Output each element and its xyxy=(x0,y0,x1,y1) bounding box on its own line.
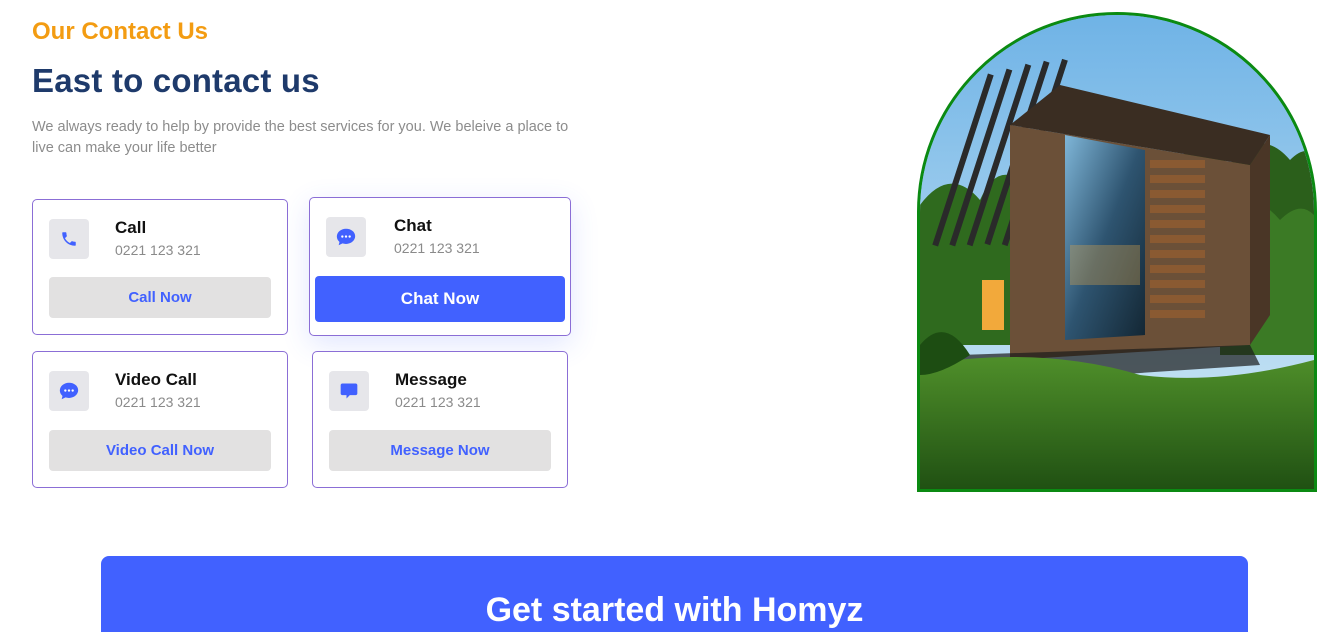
card-title: Call xyxy=(115,218,147,237)
contact-card-message: Message 0221 123 321 Message Now xyxy=(312,351,568,488)
message-icon xyxy=(329,371,369,411)
card-phone-number: 0221 123 321 xyxy=(115,394,201,410)
contact-card-call: Call 0221 123 321 Call Now xyxy=(32,199,288,335)
card-phone-number: 0221 123 321 xyxy=(394,240,480,256)
message-now-button[interactable]: Message Now xyxy=(329,430,551,471)
chat-now-button[interactable]: Chat Now xyxy=(315,276,565,322)
contact-card-video-call: Video Call 0221 123 321 Video Call Now xyxy=(32,351,288,488)
card-title: Chat xyxy=(394,216,432,235)
cta-banner: Get started with Homyz xyxy=(101,556,1248,632)
modern-house-illustration xyxy=(920,15,1314,489)
card-phone-number: 0221 123 321 xyxy=(115,242,201,258)
phone-icon xyxy=(49,219,89,259)
contact-section: Our Contact Us East to contact us We alw… xyxy=(0,0,1341,632)
contact-card-chat: Chat 0221 123 321 Chat Now xyxy=(309,197,571,336)
house-image xyxy=(917,12,1317,492)
video-chat-icon xyxy=(49,371,89,411)
section-headline: East to contact us xyxy=(32,62,320,99)
card-title: Video Call xyxy=(115,370,197,389)
card-phone-number: 0221 123 321 xyxy=(395,394,481,410)
call-now-button[interactable]: Call Now xyxy=(49,277,271,318)
card-title: Message xyxy=(395,370,467,389)
chat-bubble-icon xyxy=(326,217,366,257)
section-description: We always ready to help by provide the b… xyxy=(32,119,569,156)
video-call-now-button[interactable]: Video Call Now xyxy=(49,430,271,471)
section-eyebrow: Our Contact Us xyxy=(32,18,209,45)
cta-title: Get started with Homyz xyxy=(485,591,864,629)
